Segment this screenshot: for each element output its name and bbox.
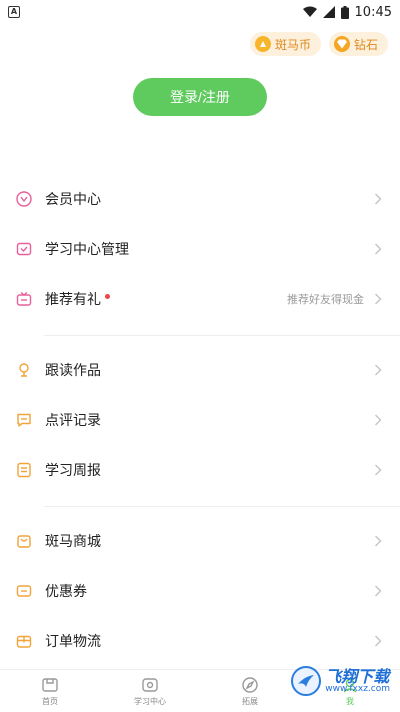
me-icon: [341, 676, 359, 694]
chevron-right-icon: [372, 635, 384, 647]
bottom-tab-bar: 首页 学习中心 拓展 我: [0, 669, 400, 712]
study-center-icon: [141, 676, 159, 694]
new-badge-dot: [105, 293, 110, 299]
menu-item-order-logistics[interactable]: 订单物流: [0, 616, 400, 666]
menu-item-label: 斑马商城: [45, 534, 101, 550]
menu-item-label: 跟读作品: [45, 363, 101, 379]
menu-item-label: 点评记录: [45, 413, 101, 429]
explore-icon: [241, 676, 259, 694]
box-icon: [16, 633, 32, 649]
learning-manage-icon: [16, 241, 32, 257]
chevron-right-icon: [372, 364, 384, 376]
section-divider: [44, 335, 400, 336]
menu-item-coupons[interactable]: 优惠券: [0, 566, 400, 616]
menu-item-learning-center-manage[interactable]: 学习中心管理: [0, 224, 400, 274]
tab-explore[interactable]: 拓展: [200, 670, 300, 712]
menu-item-weekly-report[interactable]: 学习周报: [0, 445, 400, 495]
menu-item-label: 会员中心: [45, 192, 101, 208]
zebra-coin-label: 斑马币: [274, 37, 311, 52]
home-icon: [41, 676, 59, 694]
menu-item-label: 订单物流: [45, 634, 101, 650]
menu-item-label: 学习周报: [45, 463, 101, 479]
menu-item-referral-gift[interactable]: 推荐有礼 推荐好友得现金: [0, 274, 400, 324]
menu-item-label: 推荐有礼: [45, 292, 101, 308]
chevron-right-icon: [372, 243, 384, 255]
chevron-right-icon: [372, 193, 384, 205]
tab-study-center[interactable]: 学习中心: [100, 670, 200, 712]
status-bar: A 10:45: [0, 0, 400, 24]
status-time: 10:45: [354, 4, 392, 20]
microphone-icon: [16, 362, 32, 378]
menu-item-zebra-mall[interactable]: 斑马商城: [0, 516, 400, 566]
report-icon: [16, 462, 32, 478]
tab-home[interactable]: 首页: [0, 670, 100, 712]
wifi-icon: [302, 6, 317, 17]
menu-item-label: 优惠券: [45, 584, 87, 600]
chevron-right-icon: [372, 585, 384, 597]
zebra-coin-icon: [254, 36, 271, 52]
coupon-icon: [16, 583, 32, 599]
chevron-right-icon: [372, 535, 384, 547]
diamond-button[interactable]: 钻石: [328, 32, 388, 56]
tab-me[interactable]: 我: [300, 670, 400, 712]
menu-item-read-along-works[interactable]: 跟读作品: [0, 345, 400, 395]
menu-item-member-center[interactable]: 会员中心: [0, 174, 400, 224]
comment-icon: [16, 412, 32, 428]
chevron-right-icon: [372, 293, 384, 305]
zebra-coin-button[interactable]: 斑马币: [249, 32, 321, 56]
diamond-label: 钻石: [353, 37, 378, 52]
diamond-icon: [333, 36, 350, 52]
section-divider: [44, 506, 400, 507]
battery-icon: [340, 5, 349, 19]
tab-label: 我: [346, 696, 354, 706]
tab-label: 学习中心: [134, 696, 166, 706]
shop-bag-icon: [16, 533, 32, 549]
notification-icon: A: [8, 6, 20, 18]
signal-icon: [322, 6, 335, 18]
login-register-button[interactable]: 登录/注册: [133, 78, 267, 116]
status-indicators: 10:45: [302, 4, 392, 20]
chevron-right-icon: [372, 414, 384, 426]
tab-label: 拓展: [242, 696, 258, 706]
chevron-right-icon: [372, 464, 384, 476]
tab-label: 首页: [42, 696, 58, 706]
menu-item-label: 学习中心管理: [45, 242, 129, 258]
currency-pills: 斑马币 钻石: [249, 32, 388, 56]
gift-tv-icon: [16, 291, 32, 307]
menu-item-subtext: 推荐好友得现金: [287, 293, 364, 306]
menu-item-review-records[interactable]: 点评记录: [0, 395, 400, 445]
member-icon: [16, 191, 32, 207]
